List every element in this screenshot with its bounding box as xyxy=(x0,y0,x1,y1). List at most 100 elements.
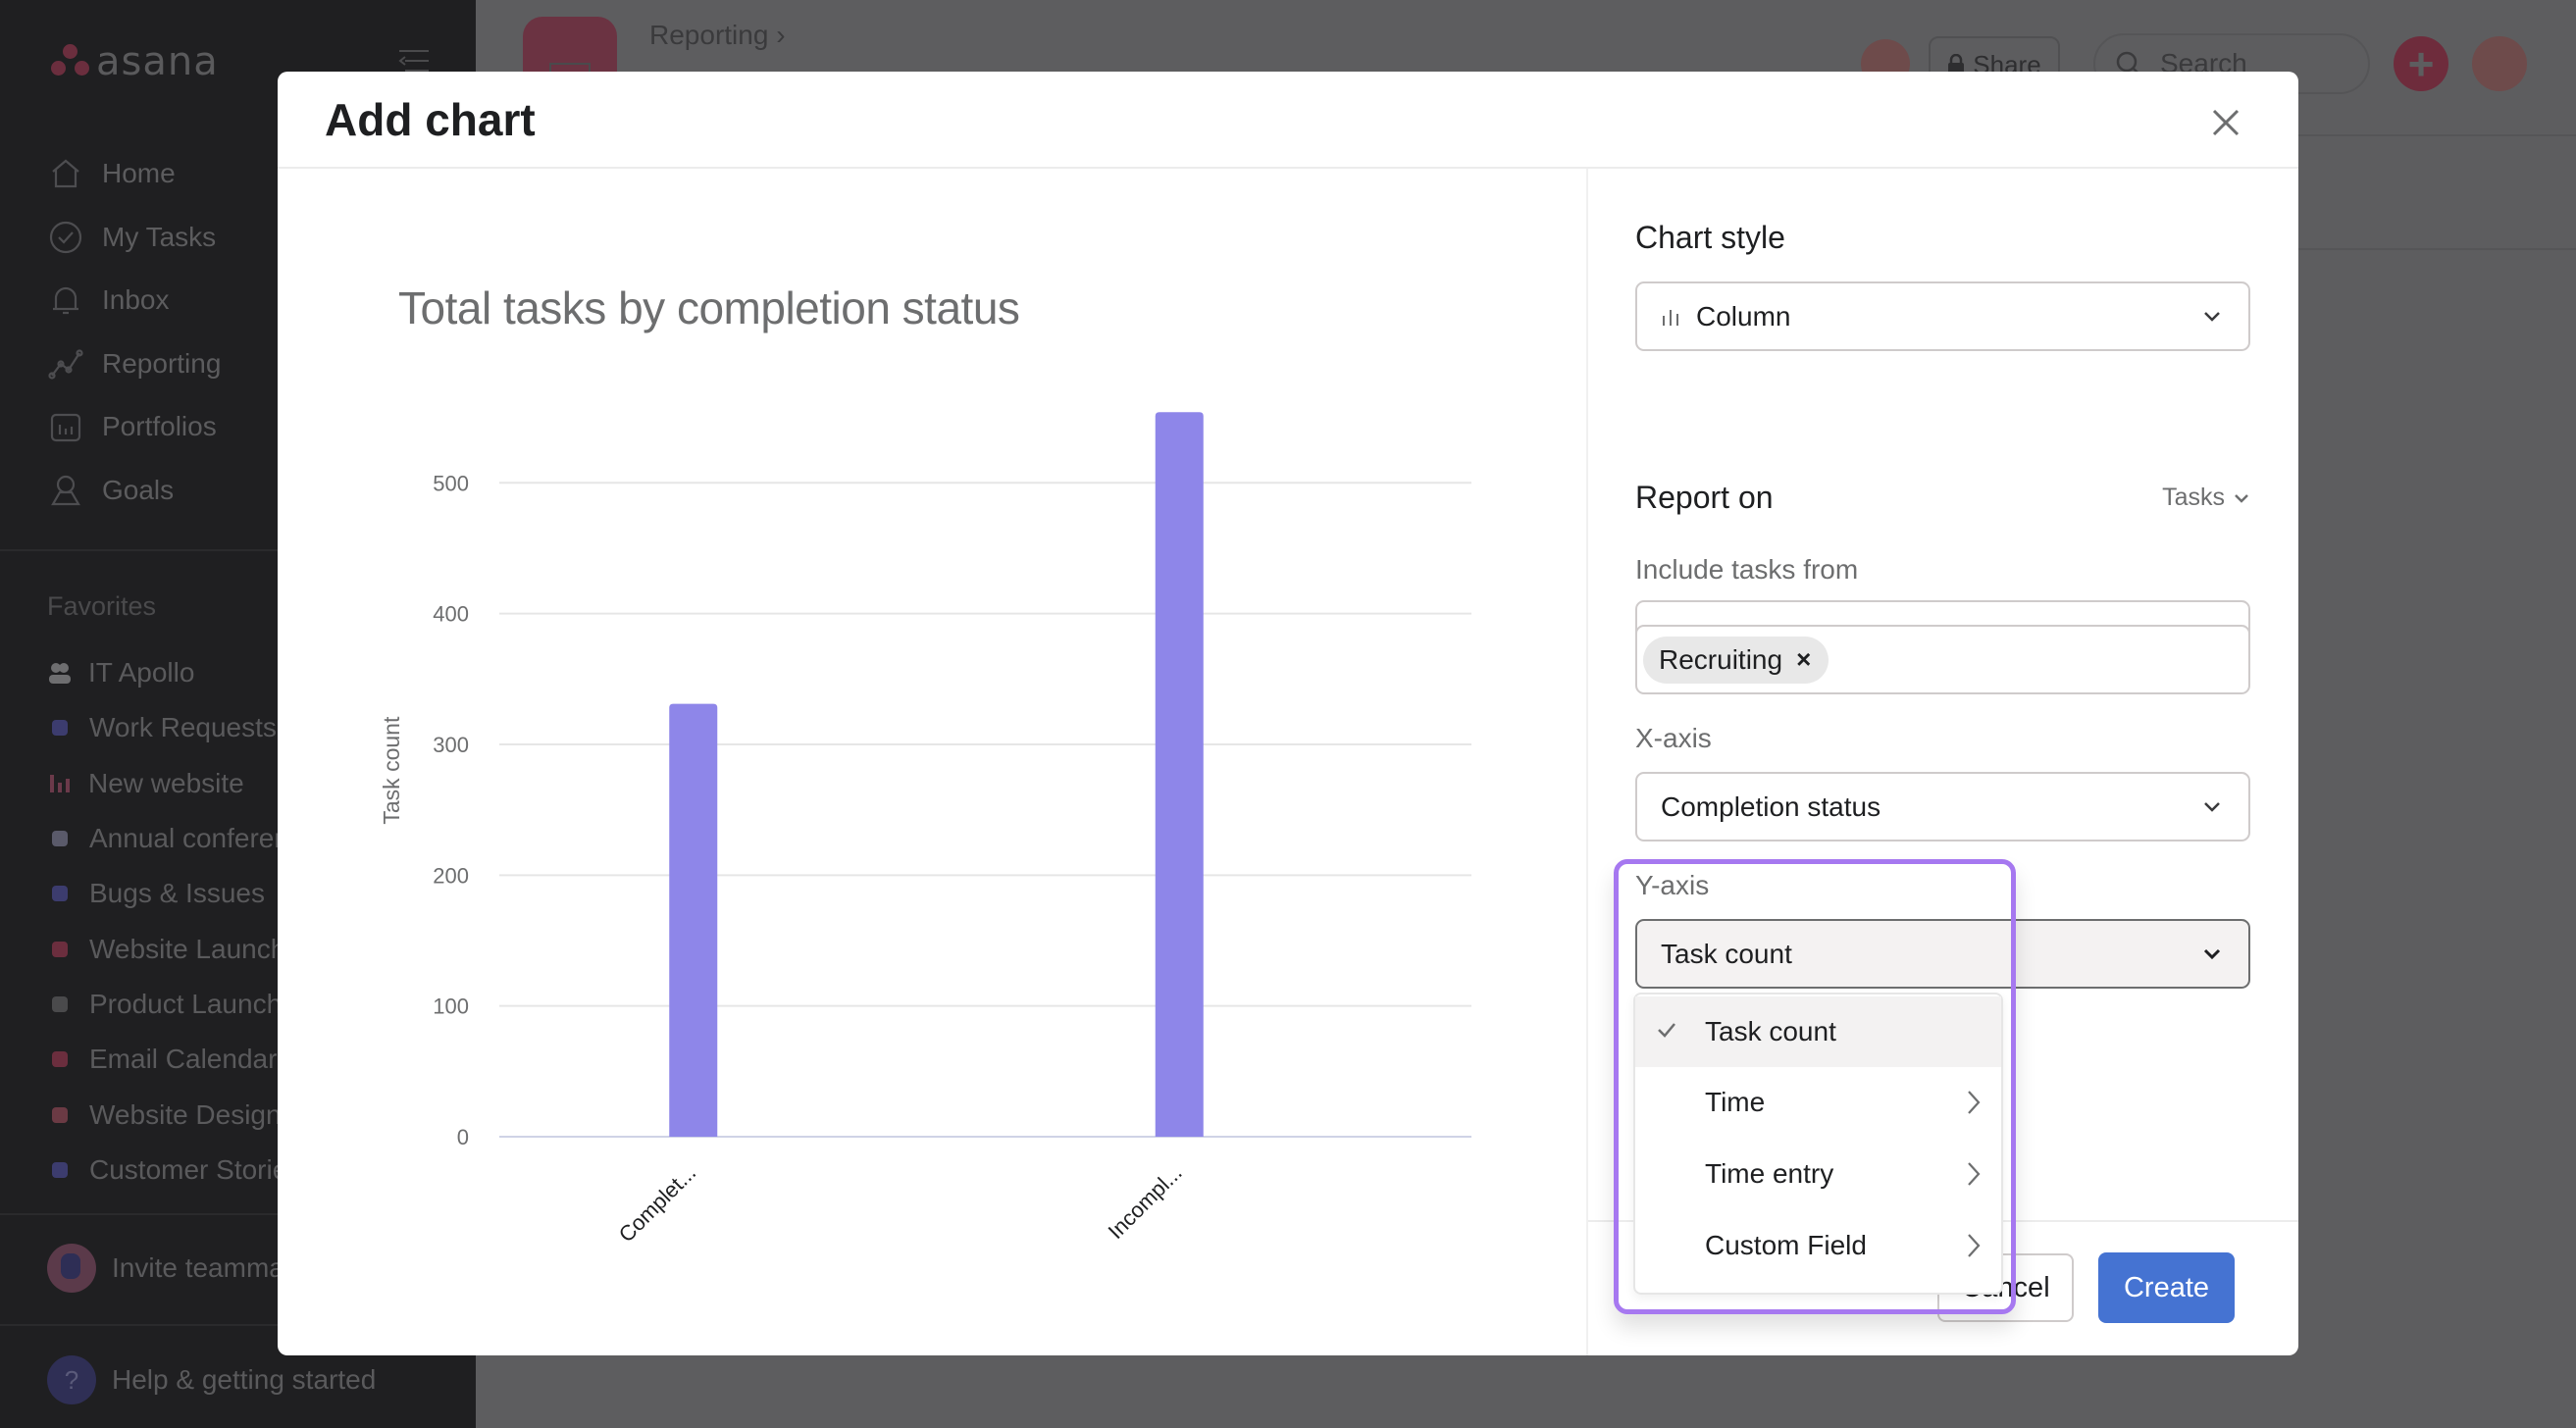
remove-team-icon[interactable]: × xyxy=(1796,644,1811,675)
y-axis-title: Task count xyxy=(379,716,404,825)
chevron-right-icon xyxy=(1968,1091,1981,1114)
favorite-label: Product Launch xyxy=(89,988,283,1019)
chart-style-title: Chart style xyxy=(1635,220,1785,255)
include-tasks-label: Include tasks from xyxy=(1635,554,1859,585)
help-icon: ? xyxy=(47,1355,96,1404)
plus-icon: + xyxy=(2407,38,2435,89)
team-chip: Recruiting × xyxy=(1643,636,1829,684)
report-on-value: Tasks xyxy=(2162,484,2225,511)
favorite-label: IT Apollo xyxy=(88,657,195,688)
breadcrumb-separator: › xyxy=(776,20,786,50)
sidebar-item-my-tasks[interactable]: My Tasks xyxy=(47,206,221,270)
column-chart-icon xyxy=(1663,309,1678,326)
report-on-title: Report on xyxy=(1635,480,1774,515)
favorite-label: Website Launch xyxy=(89,933,286,964)
report-on-select[interactable]: Tasks xyxy=(2162,484,2250,512)
project-color-icon xyxy=(52,1106,68,1123)
chart-style-select[interactable]: Column xyxy=(1635,281,2250,351)
project-color-icon xyxy=(52,1161,68,1178)
y-tick-label: 0 xyxy=(457,1125,469,1149)
project-color-icon xyxy=(52,995,68,1012)
chevron-down-icon xyxy=(2204,312,2220,322)
x-axis-label: X-axis xyxy=(1635,723,1712,753)
chart-bar[interactable] xyxy=(1155,412,1204,1137)
favorite-label: New website xyxy=(88,767,244,798)
asana-logo[interactable]: asana xyxy=(51,39,219,84)
menu-item-label: Task count xyxy=(1705,1016,1836,1046)
home-icon xyxy=(47,155,84,192)
y-axis-select[interactable]: Task count xyxy=(1635,919,2250,989)
sidebar-item-label: Inbox xyxy=(102,284,170,316)
sidebar-item-label: Reporting xyxy=(102,347,222,379)
sidebar-item-reporting[interactable]: Reporting xyxy=(47,332,221,396)
invite-avatar-icon xyxy=(47,1244,96,1293)
x-axis-value: Completion status xyxy=(1661,790,1881,822)
y-axis-value: Task count xyxy=(1661,938,1792,969)
panel-divider xyxy=(1586,169,1588,1355)
menu-item-time[interactable]: Time xyxy=(1635,1067,2001,1138)
chevron-down-icon xyxy=(2204,802,2220,812)
y-tick-label: 200 xyxy=(433,863,469,888)
team-icon xyxy=(49,663,71,685)
favorite-label: Work Requests xyxy=(89,712,277,743)
bar-chart-icon xyxy=(50,774,70,792)
sidebar-item-goals[interactable]: Goals xyxy=(47,459,221,523)
project-color-icon xyxy=(52,831,68,847)
global-add-button[interactable]: + xyxy=(2394,36,2448,91)
project-color-icon xyxy=(52,941,68,957)
favorite-label: Customer Stories xyxy=(89,1153,302,1185)
breadcrumb-reporting[interactable]: Reporting xyxy=(649,20,768,50)
collapse-sidebar-icon[interactable] xyxy=(397,49,431,73)
chart-style-value: Column xyxy=(1696,300,1791,332)
sidebar-item-label: My Tasks xyxy=(102,221,217,252)
project-color-icon xyxy=(52,1051,68,1068)
y-tick-label: 500 xyxy=(433,471,469,495)
chevron-down-icon xyxy=(2203,948,2221,960)
y-tick-label: 100 xyxy=(433,994,469,1019)
favorites-title[interactable]: Favorites xyxy=(47,591,156,622)
chevron-right-icon xyxy=(1968,1234,1981,1257)
menu-item-time-entry[interactable]: Time entry xyxy=(1635,1139,2001,1209)
y-tick-label: 400 xyxy=(433,602,469,627)
menu-item-custom-field[interactable]: Custom Field xyxy=(1635,1210,2001,1281)
menu-item-task-count[interactable]: Task count xyxy=(1635,996,2001,1067)
x-tick-label: Complet... xyxy=(614,1160,701,1248)
help-label: Help & getting started xyxy=(112,1364,377,1395)
project-color-icon xyxy=(52,720,68,737)
y-axis-label: Y-axis xyxy=(1635,870,1710,900)
favorite-label: Website Design xyxy=(89,1098,282,1130)
sidebar-item-label: Portfolios xyxy=(102,411,217,442)
close-icon[interactable] xyxy=(2206,103,2245,142)
menu-item-label: Time entry xyxy=(1705,1158,1834,1189)
chart-preview: 0 100 200 300 400 500 Task count Complet... Inco… xyxy=(379,412,1471,1248)
bell-icon xyxy=(47,281,84,319)
header-divider xyxy=(2298,134,2576,136)
line-chart-icon xyxy=(47,345,84,382)
sidebar-item-portfolios[interactable]: Portfolios xyxy=(47,395,221,459)
asana-logo-icon xyxy=(51,44,90,79)
favorite-label: Bugs & Issues xyxy=(89,878,265,909)
teams-multiselect[interactable]: Recruiting × xyxy=(1635,625,2250,694)
chart-bar[interactable] xyxy=(669,703,718,1137)
person-goal-icon xyxy=(47,472,84,509)
team-chip-label: Recruiting xyxy=(1659,643,1783,675)
y-tick-label: 300 xyxy=(433,733,469,757)
sidebar-nav: Home My Tasks Inbox Reporting Portfolios… xyxy=(47,142,221,522)
menu-item-label: Time xyxy=(1705,1087,1766,1117)
sidebar-item-inbox[interactable]: Inbox xyxy=(47,269,221,332)
chevron-right-icon xyxy=(1968,1162,1981,1186)
breadcrumb[interactable]: Reporting › xyxy=(649,20,786,51)
check-icon xyxy=(1658,1023,1675,1038)
check-circle-icon xyxy=(47,219,84,256)
help-button[interactable]: ? Help & getting started xyxy=(47,1355,376,1404)
favorite-label: Email Calendar xyxy=(89,1044,278,1075)
create-button[interactable]: Create xyxy=(2098,1252,2235,1323)
x-axis-select[interactable]: Completion status xyxy=(1635,772,2250,842)
user-avatar[interactable] xyxy=(2472,36,2527,91)
logo-text: asana xyxy=(96,39,219,84)
y-axis-dropdown-menu: Task count Time Time entry Custom Field xyxy=(1633,993,2003,1295)
sidebar-item-home[interactable]: Home xyxy=(47,142,221,206)
x-tick-label: Incompl... xyxy=(1104,1160,1187,1244)
chevron-down-icon xyxy=(2235,493,2248,503)
tabs-divider xyxy=(2298,248,2576,250)
